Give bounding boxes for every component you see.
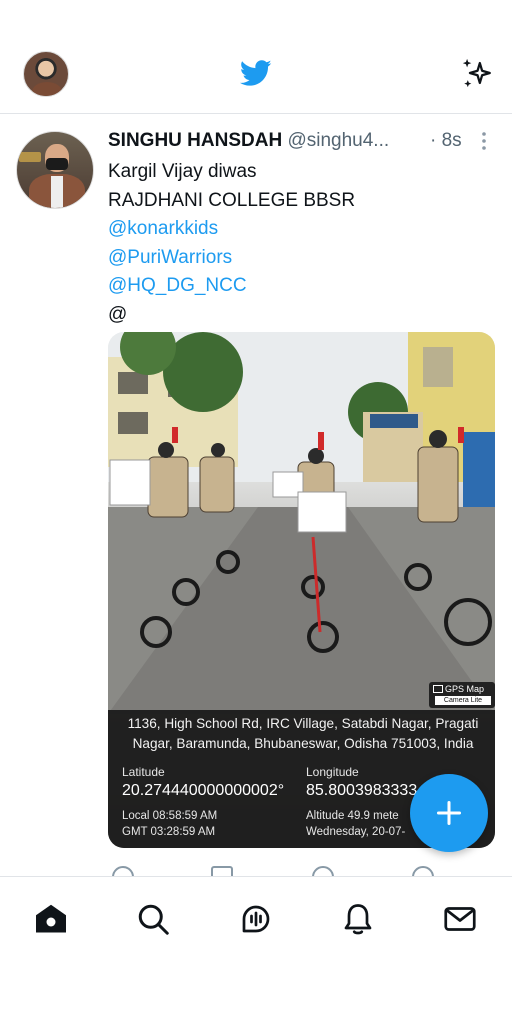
- gps-address: 1136, High School Rd, IRC Village, Satab…: [127, 716, 479, 751]
- gps-badge-subtitle: Camera Lite: [435, 696, 491, 705]
- sparkle-icon[interactable]: [460, 56, 494, 90]
- profile-avatar[interactable]: [23, 51, 69, 97]
- mention-hq-dg-ncc[interactable]: @HQ_DG_NCC: [108, 272, 498, 301]
- date: Wednesday, 20-07-: [306, 826, 406, 838]
- plus-icon: [436, 800, 462, 826]
- photo-scene: [108, 332, 495, 714]
- bell-icon[interactable]: [340, 901, 376, 937]
- latitude-value: 20.274440000000002°: [122, 782, 285, 799]
- tweet-actions: [0, 862, 512, 876]
- latitude-label: Latitude: [122, 765, 165, 779]
- longitude-value: 85.8003983333: [306, 782, 418, 799]
- tweet-text: Kargil Vijay diwas RAJDHANI COLLEGE BBSR…: [108, 158, 498, 329]
- tweet-photo[interactable]: GPS Map Camera Lite 1136, High School Rd…: [108, 332, 495, 848]
- mail-icon[interactable]: [442, 901, 478, 937]
- share-icon[interactable]: [412, 866, 434, 876]
- gps-badge-title: GPS Map: [445, 684, 485, 694]
- top-app-bar: [0, 0, 512, 114]
- search-icon[interactable]: [135, 901, 171, 937]
- altitude: Altitude 49.9 mete: [306, 810, 399, 822]
- tweet-line: Kargil Vijay diwas: [108, 161, 257, 182]
- tweet-timestamp[interactable]: · 8s: [430, 128, 462, 154]
- bottom-navigation: [0, 876, 512, 1024]
- twitter-bird-icon[interactable]: [238, 57, 274, 89]
- retweet-icon[interactable]: [211, 866, 233, 876]
- tweet-line: RAJDHANI COLLEGE BBSR: [108, 189, 356, 211]
- tweet-line: @: [108, 303, 128, 325]
- like-icon[interactable]: [312, 866, 334, 876]
- author-name[interactable]: SINGHU HANSDAH: [108, 130, 282, 151]
- local-time: Local 08:58:59 AM: [122, 810, 218, 822]
- gps-map-badge: GPS Map Camera Lite: [429, 682, 495, 708]
- spaces-icon[interactable]: [238, 901, 274, 937]
- reply-icon[interactable]: [112, 866, 134, 876]
- mention-puriwarriors[interactable]: @PuriWarriors: [108, 244, 498, 273]
- more-options-icon[interactable]: [478, 130, 490, 152]
- gmt-time: GMT 03:28:59 AM: [122, 826, 216, 838]
- compose-tweet-button[interactable]: [410, 774, 488, 852]
- tweet[interactable]: SINGHU HANSDAH @singhu4... · 8s Kargil V…: [0, 114, 512, 876]
- map-icon: [433, 685, 443, 693]
- author-handle[interactable]: @singhu4...: [287, 130, 389, 151]
- home-icon[interactable]: [33, 901, 69, 937]
- author-avatar[interactable]: [16, 131, 94, 209]
- longitude-label: Longitude: [306, 765, 359, 779]
- mention-konarkkids[interactable]: @konarkkids: [108, 215, 498, 244]
